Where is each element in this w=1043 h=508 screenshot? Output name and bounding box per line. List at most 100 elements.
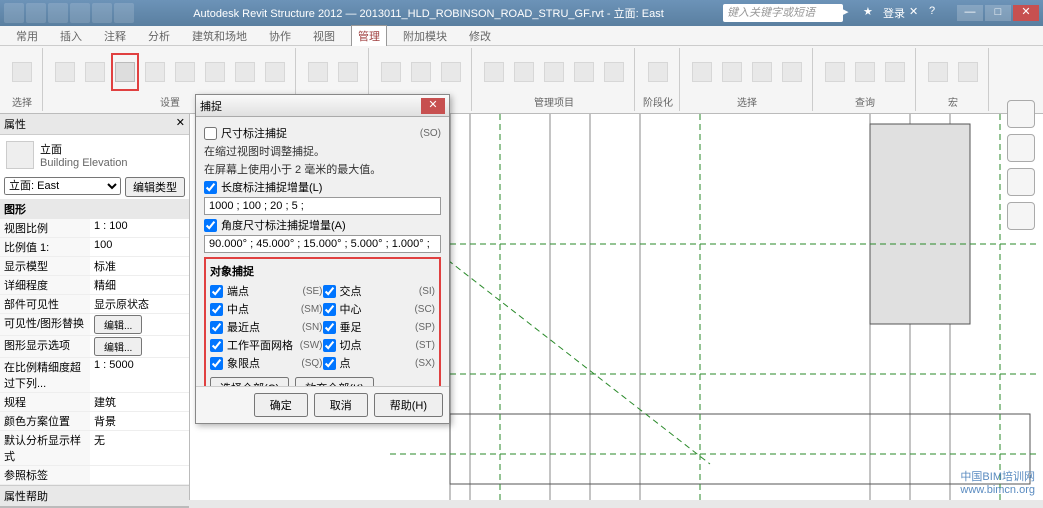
snap-quadrant-checkbox[interactable] [210,357,223,370]
tab-insert[interactable]: 插入 [54,26,88,46]
object-styles-button[interactable] [81,53,109,91]
project-units-button[interactable] [201,53,229,91]
nav-zoom-icon[interactable] [1007,202,1035,230]
snap-perp-checkbox[interactable] [323,321,336,334]
watermark: 中国BIM培训网 www.bimcn.org [960,468,1035,496]
angle-snap-checkbox[interactable] [204,219,217,232]
project-info-button[interactable] [141,53,169,91]
prop-ref-label[interactable] [90,466,189,484]
prop-display-model[interactable]: 标准 [90,257,189,275]
location-button[interactable] [304,53,332,91]
favorite-icon[interactable]: ★ [863,5,879,21]
ids-button[interactable] [778,53,806,91]
materials-button[interactable] [51,53,79,91]
tab-collaborate[interactable]: 协作 [263,26,297,46]
qat-open-icon[interactable] [26,3,46,23]
edit-type-button[interactable]: 编辑类型 [125,177,185,197]
load-selection-button[interactable] [718,53,746,91]
tab-modify[interactable]: 修改 [463,26,497,46]
dialog-close-button[interactable]: ✕ [421,98,445,114]
type-name: 立面 [40,141,127,157]
snap-off-checkbox[interactable] [204,127,217,140]
select-by-id-button[interactable] [851,53,879,91]
shared-params-button[interactable] [231,53,259,91]
window-maximize-button[interactable]: □ [985,5,1011,21]
properties-help-link[interactable]: 属性帮助 [0,485,189,506]
window-close-button[interactable]: ✕ [1013,5,1039,21]
prop-graphic-display-edit-button[interactable]: 编辑... [94,337,142,356]
ids-of-selection-button[interactable] [821,53,849,91]
dialog-ok-button[interactable]: 确定 [254,393,308,417]
snap-workplane-checkbox[interactable] [210,339,223,352]
nav-pan-icon[interactable] [1007,168,1035,196]
length-snap-input[interactable] [204,197,441,215]
snap-intersection-checkbox[interactable] [323,285,336,298]
prop-discipline[interactable]: 建筑 [90,393,189,411]
properties-close-icon[interactable]: ✕ [176,116,185,132]
prop-analysis-style[interactable]: 无 [90,431,189,465]
prop-parts-visibility[interactable]: 显示原状态 [90,295,189,313]
snaps-button[interactable] [111,53,139,91]
tab-view[interactable]: 视图 [307,26,341,46]
edit-selection-button[interactable] [748,53,776,91]
tab-manage[interactable]: 管理 [351,25,387,46]
manage-links-button[interactable] [480,53,508,91]
login-label[interactable]: 登录 [883,5,905,21]
subscription-icon[interactable]: ▸ [843,5,859,21]
starting-view-button[interactable] [570,53,598,91]
macro-security-button[interactable] [954,53,982,91]
coordinates-button[interactable] [334,53,362,91]
snap-point-checkbox[interactable] [323,357,336,370]
tab-annotate[interactable]: 注释 [98,26,132,46]
deselect-all-button[interactable]: 放弃全部(K) [295,377,374,386]
nav-home-icon[interactable] [1007,100,1035,128]
snap-midpoint-checkbox[interactable] [210,303,223,316]
design-options-button[interactable] [377,53,405,91]
project-params-button[interactable] [171,53,199,91]
exchange-icon[interactable]: ✕ [909,5,925,21]
view-selector-dropdown[interactable]: 立面: East [4,177,121,195]
prop-scale-value[interactable]: 100 [90,238,189,256]
tab-addins[interactable]: 附加模块 [397,26,453,46]
help-search-input[interactable]: 键入关键字或短语 [723,4,843,22]
save-selection-button[interactable] [688,53,716,91]
purge-button[interactable] [600,53,628,91]
qat-save-icon[interactable] [48,3,68,23]
manage-images-button[interactable] [510,53,538,91]
warnings-button[interactable] [881,53,909,91]
angle-snap-input[interactable] [204,235,441,253]
transfer-standards-button[interactable] [261,53,289,91]
dialog-help-button[interactable]: 帮助(H) [374,393,443,417]
dialog-cancel-button[interactable]: 取消 [314,393,368,417]
window-minimize-button[interactable]: — [957,5,983,21]
modify-button[interactable] [8,53,36,91]
qat-app-icon[interactable] [4,3,24,23]
tab-analyze[interactable]: 分析 [142,26,176,46]
tab-site[interactable]: 建筑和场地 [186,26,253,46]
main-model-button[interactable] [407,53,435,91]
ribbon-group-macros: 宏 [918,48,989,111]
prop-color-scheme[interactable]: 背景 [90,412,189,430]
ribbon-tabs: 常用 插入 注释 分析 建筑和场地 协作 视图 管理 附加模块 修改 [0,26,1043,46]
snap-nearest-checkbox[interactable] [210,321,223,334]
phases-button[interactable] [644,53,672,91]
prop-detail-level[interactable]: 精细 [90,276,189,294]
qat-print-icon[interactable] [114,3,134,23]
prop-hide-scale[interactable]: 1 : 5000 [90,358,189,392]
snap-center-checkbox[interactable] [323,303,336,316]
snap-endpoint-checkbox[interactable] [210,285,223,298]
macro-manager-button[interactable] [924,53,952,91]
select-all-button[interactable]: 选择全部(C) [210,377,289,386]
qat-undo-icon[interactable] [70,3,90,23]
snap-tangent-checkbox[interactable] [323,339,336,352]
prop-visibility-edit-button[interactable]: 编辑... [94,315,142,334]
prop-view-scale[interactable]: 1 : 100 [90,219,189,237]
decal-types-button[interactable] [540,53,568,91]
tab-home[interactable]: 常用 [10,26,44,46]
help-icon[interactable]: ? [929,5,945,21]
nav-wheel-icon[interactable] [1007,134,1035,162]
properties-title: 属性 [4,116,26,132]
qat-redo-icon[interactable] [92,3,112,23]
length-snap-checkbox[interactable] [204,181,217,194]
add-to-set-button[interactable] [437,53,465,91]
